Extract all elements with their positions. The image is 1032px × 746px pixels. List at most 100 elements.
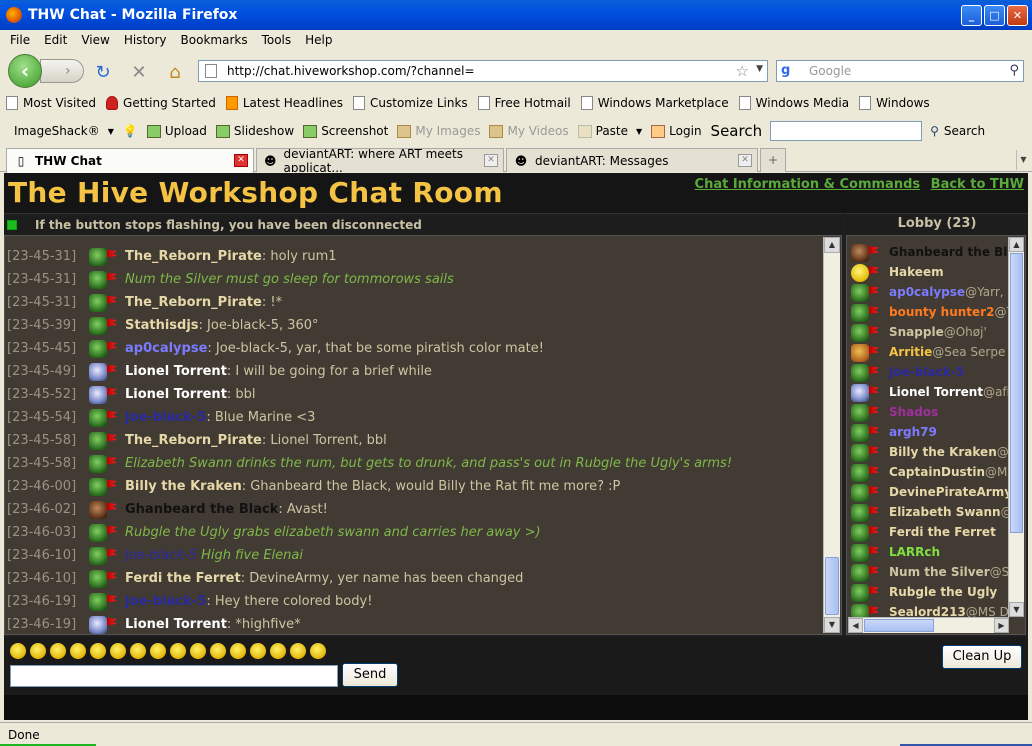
angry-smiley-icon[interactable] [150, 643, 166, 659]
bookmark-item[interactable]: Customize Links [353, 96, 468, 110]
bookmark-item[interactable]: Free Hotmail [477, 96, 571, 110]
grin-smiley-icon[interactable] [30, 643, 46, 659]
paste-button[interactable]: Paste ▼ [577, 124, 642, 138]
scroll-down-icon[interactable]: ▼ [824, 617, 840, 633]
message-author[interactable]: ap0calypse [125, 341, 207, 356]
happy-smiley-icon[interactable] [90, 643, 106, 659]
scroll-thumb[interactable] [1010, 253, 1023, 533]
tab-close-icon[interactable]: ✕ [484, 154, 498, 167]
question-smiley-icon[interactable] [230, 643, 246, 659]
my-videos-button[interactable]: My Videos [489, 124, 569, 138]
back-to-thw-link[interactable]: Back to THW [931, 177, 1024, 192]
shock-smiley-icon[interactable] [190, 643, 206, 659]
menu-bookmarks[interactable]: Bookmarks [181, 33, 248, 47]
message-author[interactable]: The_Reborn_Pirate [125, 249, 262, 264]
search-box[interactable]: g Google ⚲ [776, 60, 1024, 82]
google-icon[interactable]: g [781, 64, 797, 80]
forward-button[interactable]: › [40, 59, 84, 83]
lobby-user[interactable]: CaptainDustin @MS [849, 462, 1015, 482]
scroll-thumb[interactable] [825, 557, 839, 615]
lobby-user[interactable]: LARRch [849, 542, 940, 562]
lobby-user[interactable]: ap0calypse @Yarr, [849, 282, 1004, 302]
bookmark-item[interactable]: Windows Marketplace [580, 96, 729, 110]
alert-smiley-icon[interactable] [210, 643, 226, 659]
lobby-user[interactable]: bounty hunter2 @T [849, 302, 1014, 322]
lobby-user[interactable]: Shados [849, 402, 938, 422]
tongue-smiley-icon[interactable] [170, 643, 186, 659]
maximize-button[interactable]: □ [984, 5, 1005, 26]
lobby-user[interactable]: Ghanbeard the Bla [849, 242, 1016, 262]
login-button[interactable]: Login [651, 124, 702, 138]
lobby-user[interactable]: Billy the Kraken @2 [849, 442, 1016, 462]
chat-log[interactable]: [23-45-31] The_Reborn_Pirate: holy rum1 [2… [4, 235, 842, 635]
toolbar-search-input[interactable] [770, 121, 923, 141]
lobby-user[interactable]: argh79 [849, 422, 937, 442]
close-button[interactable]: ✕ [1007, 5, 1028, 26]
clean-up-button[interactable]: Clean Up [942, 645, 1022, 669]
home-icon[interactable]: ⌂ [164, 61, 186, 83]
tab-deviantart-messages[interactable]: ☻ deviantART: Messages ✕ [506, 148, 758, 172]
lobby-user[interactable]: Joe-black-5 [849, 362, 964, 382]
url-dropdown-icon[interactable]: ▼ [756, 64, 763, 74]
url-bar[interactable]: http://chat.hiveworkshop.com/?channel= ☆… [198, 60, 768, 82]
menu-edit[interactable]: Edit [44, 33, 67, 47]
tab-list-dropdown[interactable]: ▼ [1016, 150, 1030, 170]
lobby-user[interactable]: Rubgle the Ugly [849, 582, 997, 602]
tab-deviantart-home[interactable]: ☻ deviantART: where ART meets applicat..… [256, 148, 504, 172]
message-author[interactable]: Lionel Torrent [125, 364, 227, 379]
screenshot-button[interactable]: Screenshot [303, 124, 388, 138]
bookmark-item[interactable]: Most Visited [6, 96, 96, 110]
smile-smiley-icon[interactable] [10, 643, 26, 659]
message-author[interactable]: Lionel Torrent [125, 387, 227, 402]
lobby-user[interactable]: Snapple @Ohøj' [849, 322, 987, 342]
scroll-down-icon[interactable]: ▼ [1009, 602, 1024, 617]
menu-file[interactable]: File [10, 33, 30, 47]
search-icon[interactable]: ⚲ [1009, 63, 1019, 78]
chat-message-input[interactable] [10, 665, 338, 687]
tab-close-icon[interactable]: ✕ [738, 154, 752, 167]
bookmark-item[interactable]: Windows [859, 96, 930, 110]
message-author[interactable]: Stathisdjs [125, 318, 199, 333]
message-author[interactable]: Joe-black-5 [125, 548, 197, 563]
wink-smiley-icon[interactable] [130, 643, 146, 659]
lobby-user[interactable]: Ferdi the Ferret [849, 522, 996, 542]
upload-button[interactable]: Upload [146, 124, 207, 138]
lobby-list[interactable]: Ghanbeard the Bla Hakeem ap0calypse @Yarr, b… [846, 235, 1026, 635]
lobby-user[interactable]: Arritie @Sea Serpe [849, 342, 1005, 362]
stop-icon[interactable]: ✕ [128, 61, 150, 83]
menu-history[interactable]: History [124, 33, 167, 47]
cool-smiley-icon[interactable] [50, 643, 66, 659]
imageshack-menu[interactable]: ImageShack® ▼ [14, 124, 114, 138]
evil-smiley-icon[interactable] [270, 643, 286, 659]
new-tab-button[interactable]: + [760, 148, 786, 172]
laugh-smiley-icon[interactable] [250, 643, 266, 659]
scroll-right-icon[interactable]: ▶ [994, 618, 1009, 633]
lobby-vscrollbar[interactable]: ▲ ▼ [1008, 237, 1024, 617]
message-author[interactable]: Ferdi the Ferret [125, 571, 241, 586]
message-author[interactable]: The_Reborn_Pirate [125, 295, 262, 310]
tab-close-icon[interactable]: ✕ [234, 154, 248, 167]
blush-smiley-icon[interactable] [290, 643, 306, 659]
reload-icon[interactable]: ↻ [92, 61, 114, 83]
bookmark-star-icon[interactable]: ☆ [736, 62, 749, 80]
lobby-hscrollbar[interactable]: ◀ ▶ [848, 617, 1009, 633]
lobby-user[interactable]: Hakeem [849, 262, 944, 282]
bookmark-item[interactable]: Getting Started [106, 96, 216, 110]
lobby-user[interactable]: Elizabeth Swann@T [849, 502, 1020, 522]
bookmark-item[interactable]: Latest Headlines [225, 96, 343, 110]
scroll-left-icon[interactable]: ◀ [848, 618, 863, 633]
menu-tools[interactable]: Tools [262, 33, 292, 47]
message-author[interactable]: Joe-black-5 [125, 410, 206, 425]
send-button[interactable]: Send [342, 663, 398, 687]
bookmark-item[interactable]: Windows Media [738, 96, 849, 110]
scroll-thumb[interactable] [864, 619, 934, 632]
lobby-user[interactable]: Lionel Torrent @afk [849, 382, 1014, 402]
message-author[interactable]: Lionel Torrent [125, 617, 227, 632]
menu-view[interactable]: View [81, 33, 109, 47]
nerd-smiley-icon[interactable] [310, 643, 326, 659]
slideshow-button[interactable]: Slideshow [215, 124, 294, 138]
my-images-button[interactable]: My Images [397, 124, 480, 138]
scroll-up-icon[interactable]: ▲ [824, 237, 840, 253]
chat-scrollbar[interactable]: ▲ ▼ [823, 237, 840, 633]
menu-help[interactable]: Help [305, 33, 332, 47]
